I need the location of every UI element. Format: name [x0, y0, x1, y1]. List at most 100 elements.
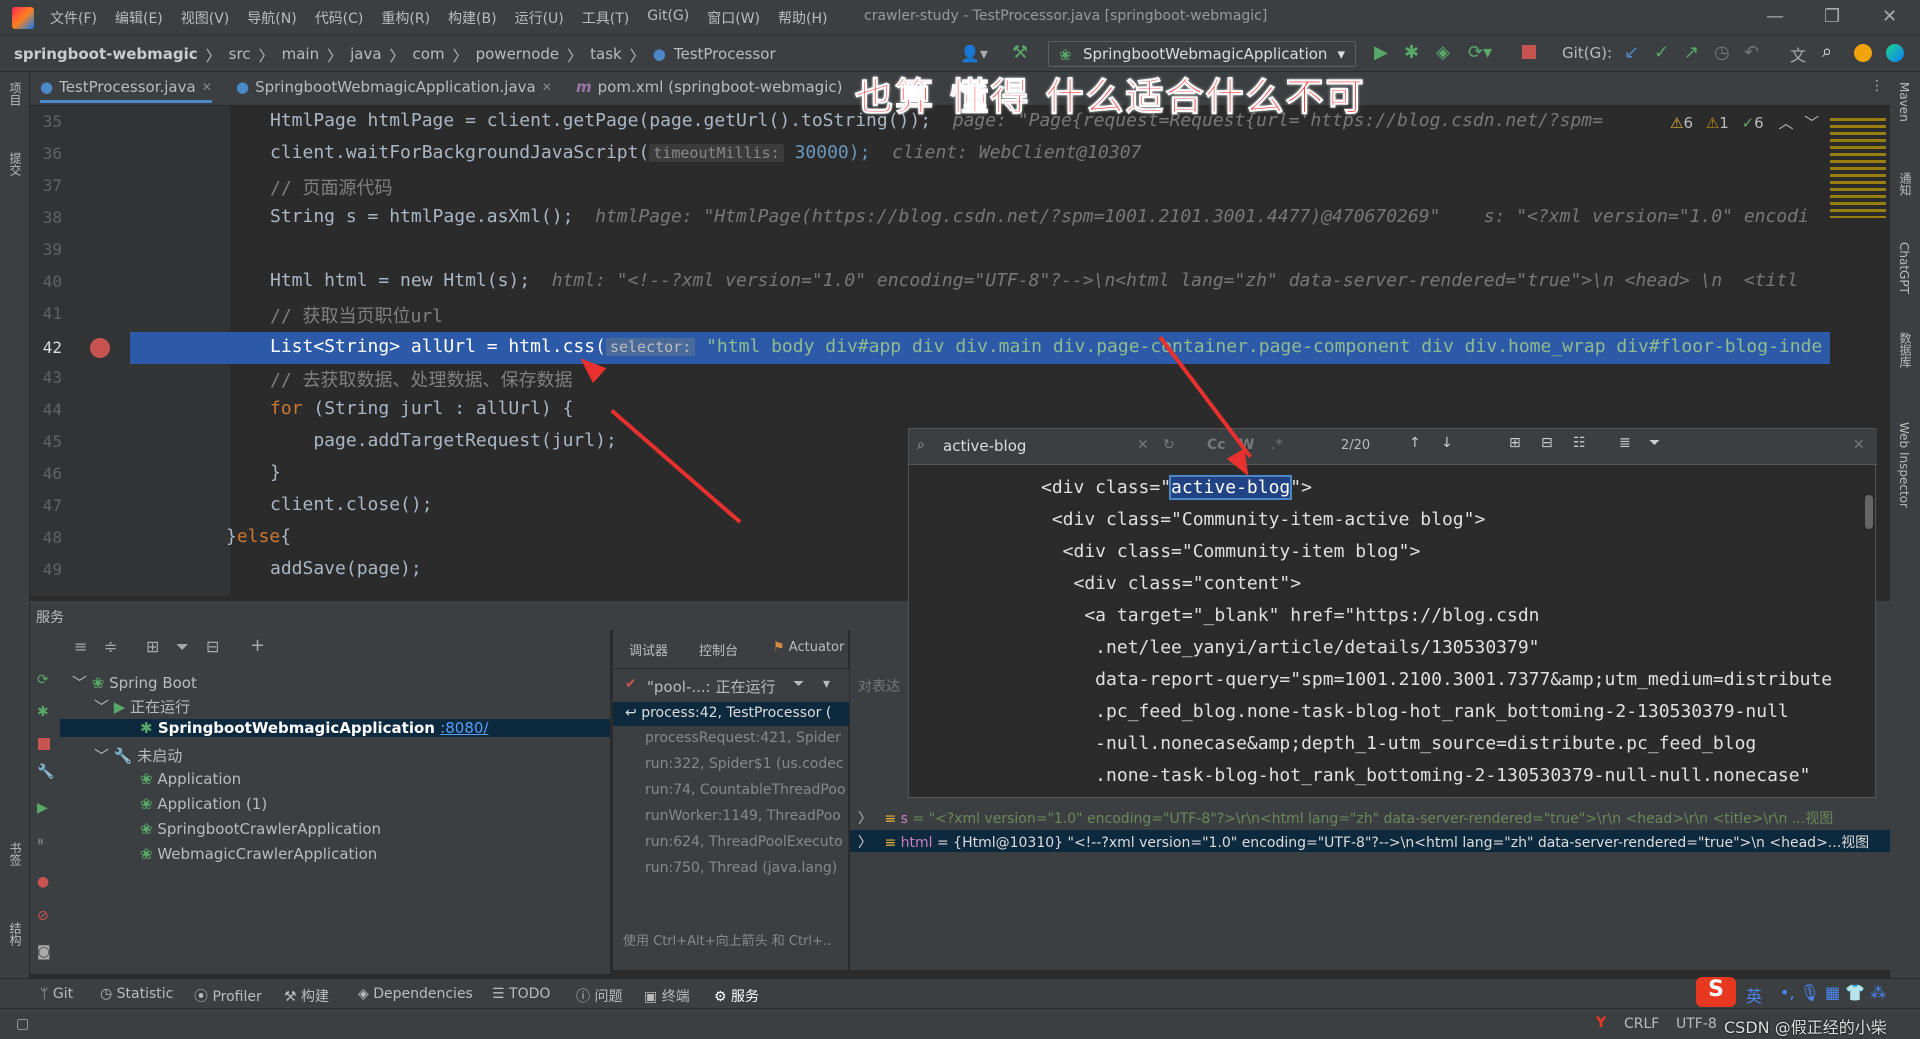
- menu-run[interactable]: 运行(U): [515, 8, 564, 28]
- code-comment[interactable]: // 去获取数据、处理数据、保存数据: [270, 366, 573, 392]
- add-icon[interactable]: +: [250, 635, 265, 656]
- frame-entry[interactable]: run:624, ThreadPoolExecuto: [645, 834, 843, 850]
- code-line[interactable]: page.addTargetRequest(jurl);: [270, 430, 616, 451]
- menu-file[interactable]: 文件(F): [50, 8, 97, 28]
- profile-icon[interactable]: ⟳▾: [1468, 42, 1492, 63]
- arrow-up-icon[interactable]: ↑: [1409, 435, 1421, 451]
- code-line[interactable]: client.waitForBackgroundJavaScript(timeo…: [270, 142, 1141, 163]
- code-line[interactable]: }: [270, 462, 281, 483]
- tab-springboot-app[interactable]: ● SpringbootWebmagicApplication.java ✕: [236, 78, 552, 96]
- close-icon[interactable]: ✕: [1853, 437, 1865, 453]
- code-line[interactable]: addSave(page);: [270, 558, 422, 579]
- git-push-icon[interactable]: ↗: [1684, 42, 1699, 63]
- selected-frame-row[interactable]: ↩ process:42, TestProcessor (: [613, 702, 849, 726]
- settings-icon[interactable]: 🔧: [37, 764, 54, 780]
- inspection-widget[interactable]: ⚠6 ⚠1 ✓6 ︿ ﹀: [1670, 112, 1819, 133]
- tree-node-springboot-crawler[interactable]: ❀ SpringbootCrawlerApplication: [140, 820, 381, 838]
- new-tab-icon[interactable]: ⊟: [206, 637, 219, 656]
- tool-dependencies[interactable]: ◈ Dependencies: [358, 986, 473, 1002]
- run-config-select[interactable]: ❀ SpringbootWebmagicApplication ▾: [1048, 41, 1356, 67]
- tree-node-webmagic-crawler[interactable]: ❀ WebmagicCrawlerApplication: [140, 845, 377, 863]
- breadcrumb-class[interactable]: TestProcessor: [674, 45, 776, 66]
- tool-commit[interactable]: 提交: [7, 152, 24, 176]
- tab-console[interactable]: 控制台: [699, 640, 738, 659]
- user-icon[interactable]: 👤▾: [960, 44, 988, 63]
- tool-notifications[interactable]: 通知: [1897, 172, 1914, 196]
- debug-icon[interactable]: ✱: [37, 704, 49, 720]
- resume-icon[interactable]: ▶: [37, 800, 48, 816]
- filter-icon[interactable]: ⏷: [1649, 435, 1660, 451]
- tool-problems[interactable]: ⓘ 问题: [576, 986, 622, 1006]
- frame-entry[interactable]: run:750, Thread (java.lang): [645, 860, 837, 876]
- tab-debugger[interactable]: 调试器: [629, 640, 668, 659]
- breadcrumb-main[interactable]: main: [282, 45, 319, 66]
- menu-edit[interactable]: 编辑(E): [115, 8, 163, 28]
- menu-git[interactable]: Git(G): [647, 8, 689, 28]
- coverage-icon[interactable]: ◈: [1436, 42, 1450, 63]
- thread-selector[interactable]: ✔ "pool-...: 正在运行 ⏷ ▾: [613, 668, 849, 702]
- frame-entry[interactable]: ↩ process:42, TestProcessor (: [625, 705, 831, 721]
- tool-profiler[interactable]: ⦿ Profiler: [194, 986, 262, 1006]
- translate-icon[interactable]: 文: [1790, 42, 1806, 66]
- filter-icon[interactable]: ⏷: [793, 676, 804, 692]
- code-comment[interactable]: // 获取当页职位url: [270, 302, 443, 328]
- chevron-right-icon[interactable]: 〉: [858, 811, 872, 827]
- stop-icon[interactable]: [38, 738, 50, 750]
- breakpoint-icon[interactable]: [90, 338, 110, 358]
- code-line[interactable]: List<String> allUrl = html.css(selector:…: [270, 336, 1822, 357]
- group-icon[interactable]: ⊞: [146, 637, 159, 656]
- close-window-icon[interactable]: ✕: [1882, 6, 1897, 27]
- chevron-right-icon[interactable]: 〉: [858, 835, 872, 851]
- tab-pom[interactable]: m pom.xml (springboot-webmagic): [576, 78, 842, 96]
- frame-entry[interactable]: runWorker:1149, ThreadPoo: [645, 808, 841, 824]
- ime-language[interactable]: 英: [1746, 983, 1762, 1007]
- menu-refactor[interactable]: 重构(R): [381, 8, 430, 28]
- minimize-icon[interactable]: —: [1766, 6, 1784, 27]
- chevron-down-icon[interactable]: ﹀: [1804, 114, 1819, 132]
- menu-tools[interactable]: 工具(T): [582, 8, 629, 28]
- update-icon[interactable]: [1854, 44, 1872, 62]
- breadcrumb-task[interactable]: task: [590, 45, 622, 66]
- tool-bookmarks[interactable]: 书签: [7, 842, 24, 866]
- tool-statistic[interactable]: ◷ Statistic: [100, 986, 173, 1002]
- code-line[interactable]: Html html = new Html(s); html: "<!--?xml…: [270, 270, 1798, 291]
- view-breakpoints-icon[interactable]: ●: [37, 874, 49, 890]
- tree-node-not-started[interactable]: ﹀ 🔧 未启动: [94, 745, 182, 766]
- ime-toolbar-icons[interactable]: •, 🎙 ▦ 👕 ⁂: [1780, 983, 1886, 1002]
- menu-help[interactable]: 帮助(H): [778, 8, 827, 28]
- filter-icon[interactable]: ⏷: [176, 637, 189, 657]
- tree-node-application-1[interactable]: ❀ Application (1): [140, 795, 267, 813]
- tree-node-springboot-webmagic-app[interactable]: ✱ SpringbootWebmagicApplication :8080/: [60, 719, 610, 737]
- arrow-down-icon[interactable]: ↓: [1441, 435, 1453, 451]
- port-link[interactable]: :8080/: [440, 719, 488, 737]
- menu-code[interactable]: 代码(C): [315, 8, 364, 28]
- tool-structure[interactable]: 结构: [7, 922, 24, 946]
- plugin-icon[interactable]: [1886, 44, 1904, 62]
- build-hammer-icon[interactable]: ⚒: [1012, 42, 1028, 63]
- menu-window[interactable]: 窗口(W): [707, 8, 760, 28]
- tree-node-spring-boot[interactable]: ﹀ ❀ Spring Boot: [72, 672, 197, 693]
- chevron-down-icon[interactable]: ▾: [823, 676, 830, 692]
- frame-entry[interactable]: processRequest:421, Spider: [645, 730, 841, 746]
- tool-build[interactable]: ⚒ 构建: [284, 986, 329, 1006]
- history-icon[interactable]: ↻: [1163, 437, 1175, 453]
- match-case-icon[interactable]: Cc: [1207, 437, 1226, 453]
- camera-icon[interactable]: ◙: [37, 944, 51, 960]
- tool-services[interactable]: ⚙ 服务: [714, 986, 759, 1006]
- tool-git[interactable]: ᛘ Git: [40, 986, 73, 1002]
- breadcrumb-java[interactable]: java: [350, 45, 381, 66]
- git-commit-icon[interactable]: ✓: [1654, 42, 1669, 63]
- breadcrumb-powernode[interactable]: powernode: [476, 45, 560, 66]
- code-line[interactable]: client.close();: [270, 494, 433, 515]
- tab-actuator[interactable]: ⚑ Actuator: [773, 640, 844, 655]
- tree-node-application[interactable]: ❀ Application: [140, 770, 241, 788]
- restore-icon[interactable]: ❐: [1824, 6, 1840, 27]
- menu-navigate[interactable]: 导航(N): [247, 8, 296, 28]
- menu-build[interactable]: 构建(B): [448, 8, 497, 28]
- more-tabs-icon[interactable]: ⋮: [1870, 78, 1884, 94]
- error-stripe[interactable]: [1830, 118, 1886, 218]
- history-icon[interactable]: ◷: [1714, 42, 1730, 63]
- breadcrumb-project[interactable]: springboot-webmagic: [14, 45, 198, 66]
- expand-all-icon[interactable]: ≡: [74, 637, 87, 656]
- code-line[interactable]: String s = htmlPage.asXml(); htmlPage: "…: [270, 206, 1809, 227]
